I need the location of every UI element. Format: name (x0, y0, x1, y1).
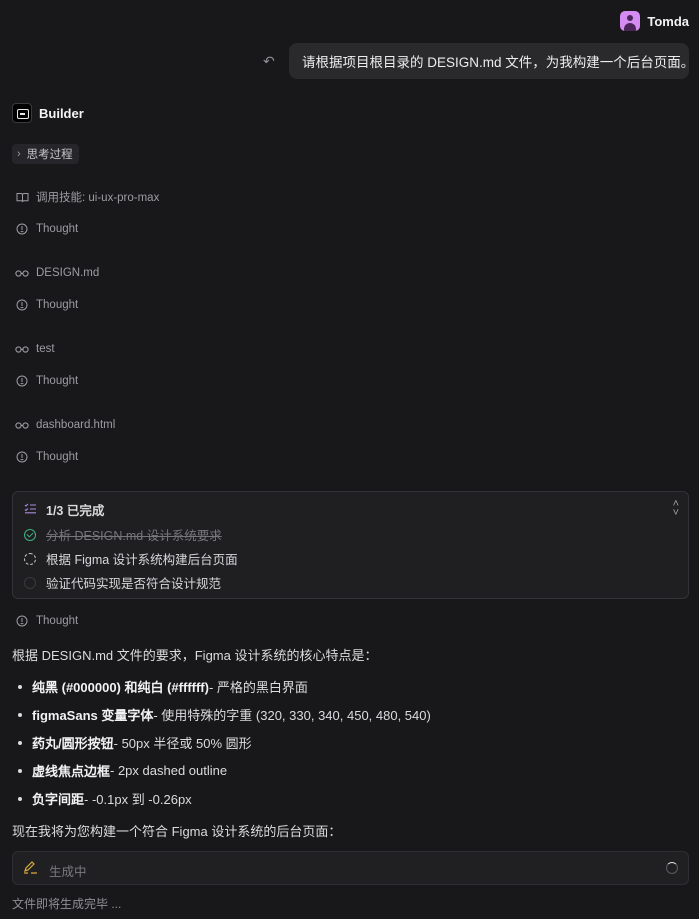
todo-item-label: 根据 Figma 设计系统构建后台页面 (46, 553, 238, 567)
bullet-dot (18, 740, 22, 745)
assistant-name: Builder (39, 105, 84, 121)
todo-item: 分析 DESIGN.md 设计系统要求 (24, 525, 222, 544)
list-item-strong: 药丸/圆形按钮 (32, 736, 114, 751)
generating-file-bar[interactable]: 生成中 (12, 851, 689, 885)
pending-circle-icon (24, 576, 36, 589)
lightbulb-icon (15, 375, 29, 387)
list-item-text: - 严格的黑白界面 (208, 680, 308, 695)
step-thought[interactable]: Thought (15, 613, 78, 629)
step-thought[interactable]: Thought (15, 221, 78, 237)
step-label: Thought (36, 451, 79, 463)
step-label: test (36, 343, 55, 355)
thinking-process-label: 思考过程 (26, 149, 73, 161)
step-label: Thought (36, 299, 79, 311)
todo-header: 1/3 已完成 (24, 500, 104, 519)
step-read-file[interactable]: dashboard.html (15, 417, 115, 433)
list-item: 药丸/圆形按钮 - 50px 半径或 50% 圆形 (18, 733, 252, 752)
list-item-strong: 虚线焦点边框 (32, 764, 111, 779)
step-label: Thought (36, 615, 79, 627)
step-thought[interactable]: Thought (15, 449, 78, 465)
thinking-process-toggle[interactable]: › 思考过程 (12, 144, 79, 164)
user-name: Tomda (647, 13, 689, 29)
todo-card: 1/3 已完成 ˄ ˅ 分析 DESIGN.md 设计系统要求 根据 Figma … (12, 491, 689, 599)
list-item-text: - -0.1px 到 -0.26px (84, 792, 192, 807)
bullet-dot (18, 712, 22, 717)
response-outro: 现在我将为您构建一个符合 Figma 设计系统的后台页面： (12, 824, 342, 839)
checklist-icon (24, 503, 37, 517)
list-item: figmaSans 变量字体 - 使用特殊的字重 (320, 330, 340,… (18, 705, 431, 724)
check-circle-icon (24, 528, 36, 541)
lightbulb-icon (15, 451, 29, 463)
collapse-icon[interactable]: ˄ ˅ (673, 499, 679, 519)
list-item-strong: figmaSans 变量字体 (32, 708, 154, 723)
list-item: 负字间距 - -0.1px 到 -0.26px (18, 789, 192, 808)
list-item-strong: 负字间距 (32, 792, 85, 807)
loading-spinner-icon (666, 862, 678, 874)
todo-item: 根据 Figma 设计系统构建后台页面 (24, 549, 238, 568)
book-open-icon (15, 192, 29, 203)
todo-title: 1/3 已完成 (46, 504, 105, 518)
list-item-text: - 使用特殊的字重 (320, 330, 340, 450, 480, 540) (153, 708, 431, 723)
glasses-icon (15, 421, 29, 429)
user-message-bubble: 请根据项目根目录的 DESIGN.md 文件，为我构建一个后台页面。 (289, 43, 694, 79)
todo-item-label: 验证代码实现是否符合设计规范 (46, 577, 222, 591)
step-label: Thought (36, 223, 79, 235)
lightbulb-icon (15, 223, 29, 235)
generating-label: 生成中 (49, 865, 87, 879)
step-label: 调用技能: ui-ux-pro-max (36, 192, 160, 204)
assistant-header: Builder (12, 103, 84, 123)
user-message-text: 请根据项目根目录的 DESIGN.md 文件，为我构建一个后台页面。 (302, 55, 695, 70)
todo-item: 验证代码实现是否符合设计规范 (24, 573, 221, 592)
glasses-icon (15, 345, 29, 353)
list-item-text: - 2px dashed outline (110, 763, 228, 778)
step-label: DESIGN.md (36, 267, 100, 279)
list-item: 虚线焦点边框 - 2px dashed outline (18, 761, 227, 780)
response-intro: 根据 DESIGN.md 文件的要求，Figma 设计系统的核心特点是： (12, 648, 378, 663)
bullet-dot (18, 684, 22, 689)
list-item-text: - 50px 半径或 50% 圆形 (113, 736, 252, 751)
bullet-dot (18, 768, 22, 773)
step-read-file[interactable]: test (15, 341, 55, 357)
edit-pen-icon (23, 861, 38, 877)
step-label: dashboard.html (36, 419, 116, 431)
bullet-dot (18, 796, 22, 801)
user-icon (620, 11, 641, 31)
step-thought[interactable]: Thought (15, 297, 78, 313)
glasses-icon (15, 269, 29, 277)
lightbulb-icon (15, 299, 29, 311)
chevron-right-icon: › (17, 148, 21, 160)
list-item: 纯黑 (#000000) 和纯白 (#ffffff) - 严格的黑白界面 (18, 677, 308, 696)
step-skill[interactable]: 调用技能: ui-ux-pro-max (15, 189, 159, 205)
step-thought[interactable]: Thought (15, 373, 78, 389)
step-label: Thought (36, 375, 79, 387)
undo-icon[interactable]: ↶ (263, 53, 275, 70)
step-read-file[interactable]: DESIGN.md (15, 265, 99, 281)
list-item-strong: 纯黑 (#000000) 和纯白 (#ffffff) (32, 680, 209, 695)
terminal-icon (12, 103, 32, 123)
todo-item-label: 分析 DESIGN.md 设计系统要求 (46, 529, 222, 543)
lightbulb-icon (15, 615, 29, 627)
user-profile[interactable]: Tomda (620, 11, 689, 31)
in-progress-icon (24, 552, 36, 565)
status-note: 文件即将生成完毕 ... (12, 897, 122, 911)
